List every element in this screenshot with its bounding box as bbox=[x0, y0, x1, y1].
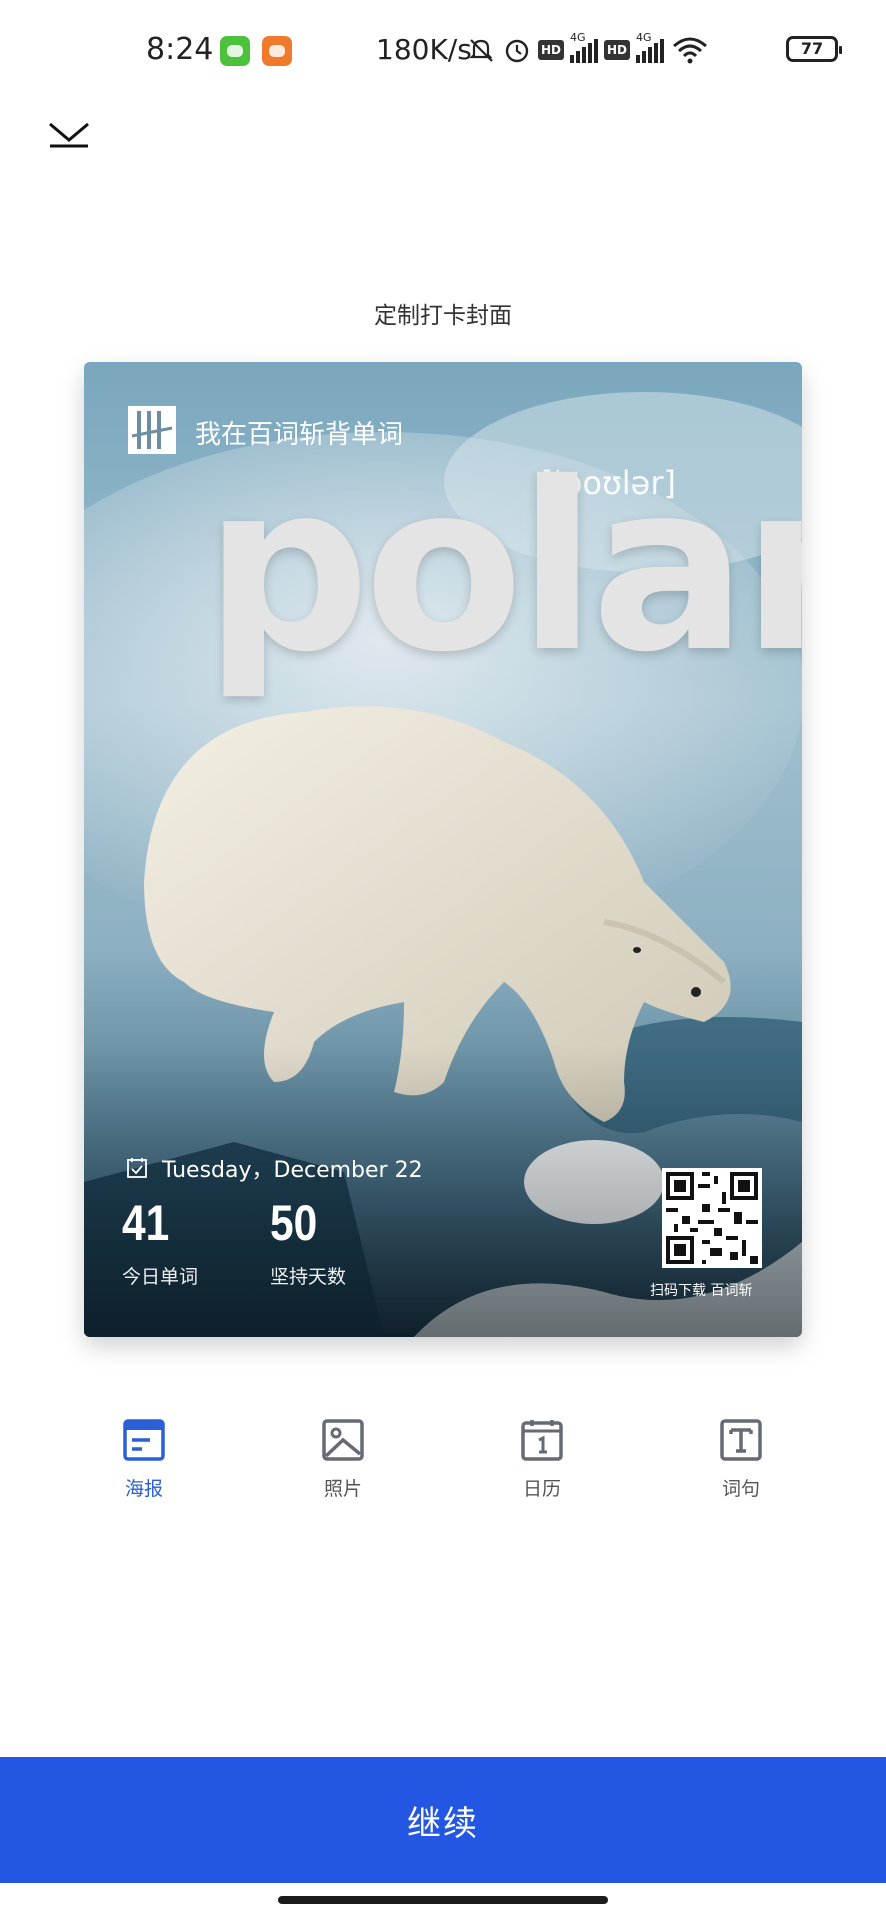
network-speed: 180K/s bbox=[376, 33, 472, 66]
poster-preview: 我在百词斩背单词 [ˈpoʊlər] polar Tuesday，Decembe… bbox=[84, 362, 802, 1337]
today-words-stat: 41 今日单词 bbox=[122, 1198, 198, 1289]
poster-icon bbox=[123, 1419, 165, 1461]
qr-code bbox=[662, 1168, 762, 1268]
bird-app-icon bbox=[262, 36, 292, 66]
calendar-icon bbox=[521, 1420, 563, 1461]
alarm-icon bbox=[505, 39, 529, 63]
hd-badge: HD bbox=[604, 40, 631, 60]
battery-icon: 77 bbox=[786, 36, 842, 62]
date-row: Tuesday，December 22 bbox=[126, 1152, 423, 1184]
home-indicator[interactable] bbox=[278, 1896, 608, 1904]
tab-label: 词句 bbox=[721, 1478, 760, 1500]
signal-icon: 4G bbox=[636, 31, 665, 63]
tab-calendar[interactable]: 日历 bbox=[482, 1418, 602, 1501]
word-title: polar bbox=[204, 433, 802, 703]
signal-icon: 4G bbox=[570, 31, 599, 63]
tab-label: 照片 bbox=[323, 1478, 362, 1500]
tab-poster[interactable]: 海报 bbox=[84, 1418, 204, 1501]
status-icons: HD 4G HD 4G bbox=[466, 31, 710, 68]
collapse-button[interactable] bbox=[46, 118, 92, 152]
streak-days-stat: 50 坚持天数 bbox=[270, 1198, 346, 1289]
tab-text[interactable]: 词句 bbox=[681, 1418, 801, 1501]
baicizhan-logo-icon bbox=[128, 406, 176, 454]
today-words-count: 41 bbox=[122, 1195, 170, 1251]
tab-label: 海报 bbox=[124, 1478, 163, 1500]
streak-days-label: 坚持天数 bbox=[270, 1266, 347, 1288]
page-title: 定制打卡封面 bbox=[374, 303, 512, 329]
wifi-icon bbox=[673, 37, 708, 64]
status-time: 8:24 bbox=[146, 32, 214, 67]
tab-photo[interactable]: 照片 bbox=[283, 1418, 403, 1501]
today-words-label: 今日单词 bbox=[122, 1266, 199, 1288]
continue-label: 继续 bbox=[407, 1803, 479, 1844]
tab-label: 日历 bbox=[522, 1478, 561, 1500]
date-label: Tuesday，December 22 bbox=[162, 1158, 423, 1183]
streak-days-count: 50 bbox=[270, 1195, 318, 1251]
chevron-down-icon bbox=[49, 122, 89, 148]
hd-badge: HD bbox=[538, 40, 565, 60]
photo-icon bbox=[322, 1419, 364, 1461]
calendar-check-icon bbox=[127, 1158, 147, 1178]
status-bar: 8:24 180K/s HD 4G HD 4G 77 bbox=[0, 0, 886, 100]
mute-icon bbox=[469, 39, 493, 62]
qr-caption: 扫码下载 百词斩 bbox=[650, 1283, 753, 1299]
text-icon bbox=[720, 1419, 762, 1461]
wechat-app-icon bbox=[220, 36, 250, 66]
cover-style-tabs: 海报 照片 日历 词句 bbox=[0, 1418, 886, 1508]
continue-button[interactable]: 继续 bbox=[0, 1757, 886, 1883]
